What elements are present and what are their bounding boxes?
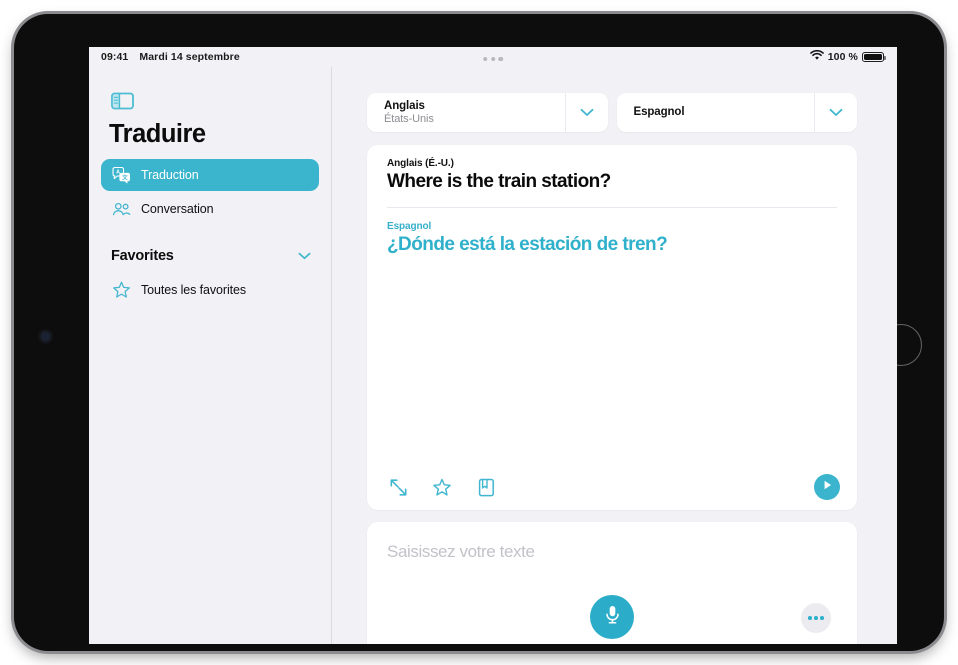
page-title: Traduire (109, 120, 206, 148)
sidebar-section-favorites[interactable]: Favorites (111, 247, 311, 265)
play-audio-button[interactable] (814, 474, 840, 500)
target-text[interactable]: ¿Dónde está la estación de tren? (387, 234, 668, 256)
status-date: Mardi 14 septembre (139, 51, 240, 63)
status-time: 09:41 (101, 51, 129, 63)
sidebar-favorites-list: Toutes les favorites (101, 274, 319, 308)
main-pane: Anglais États-Unis Espagnol Anglais (É.-… (332, 67, 897, 644)
text-input-card[interactable]: Saisissez votre texte (367, 522, 857, 644)
battery-full-icon (862, 51, 886, 63)
target-language-name: Espagnol (633, 105, 685, 118)
divider (387, 207, 837, 208)
more-options-button[interactable] (801, 603, 831, 633)
star-outline-icon[interactable] (431, 476, 453, 498)
status-bar-left: 09:41 Mardi 14 septembre (101, 51, 240, 63)
microphone-button[interactable] (590, 595, 634, 639)
ellipsis-icon (820, 616, 824, 620)
microphone-icon (604, 604, 621, 631)
sidebar-section-label: Favorites (111, 248, 174, 264)
source-text-label: Anglais (É.-U.) (387, 158, 454, 169)
target-text-label: Espagnol (387, 221, 432, 232)
ipad-device-frame: 09:41 Mardi 14 septembre 100 % Traduire … (14, 14, 944, 651)
svg-text:文: 文 (122, 173, 128, 181)
dictionary-book-icon[interactable] (475, 476, 497, 498)
sidebar-toggle-icon[interactable] (111, 92, 134, 110)
source-language-selector[interactable]: Anglais États-Unis (367, 93, 608, 132)
target-language-chevron[interactable] (815, 104, 857, 122)
source-language-chevron[interactable] (566, 104, 608, 122)
wifi-icon (809, 50, 824, 64)
ipad-screen: 09:41 Mardi 14 septembre 100 % Traduire … (89, 47, 897, 644)
status-bar-right: 100 % (809, 50, 886, 64)
target-language-text: Espagnol (617, 106, 815, 119)
target-language-selector[interactable]: Espagnol (616, 93, 857, 132)
source-language-name: Anglais (384, 99, 425, 112)
language-selector-row: Anglais États-Unis Espagnol (367, 93, 857, 132)
chevron-down-icon (580, 104, 594, 122)
sidebar-item-label: Toutes les favorites (141, 283, 246, 297)
two-people-icon (111, 199, 131, 219)
ellipsis-icon (808, 616, 812, 620)
front-camera (41, 332, 50, 341)
ellipsis-icon (814, 616, 818, 620)
chevron-down-icon[interactable] (298, 247, 311, 265)
sidebar-nav-list: A 文 Traduction Conversation (101, 159, 319, 227)
sidebar: Traduire A 文 Traduction Conversation Fav… (89, 67, 332, 644)
sidebar-item-traduction[interactable]: A 文 Traduction (101, 159, 319, 191)
multitask-dots-icon[interactable] (483, 57, 503, 62)
sidebar-item-conversation[interactable]: Conversation (101, 193, 319, 225)
text-input-placeholder: Saisissez votre texte (387, 542, 535, 561)
chevron-down-icon (829, 104, 843, 122)
play-icon (822, 478, 833, 496)
sidebar-item-label: Conversation (141, 202, 214, 216)
source-language-text: Anglais États-Unis (367, 100, 565, 126)
translate-bubbles-icon: A 文 (111, 165, 131, 185)
sidebar-item-label: Traduction (141, 168, 199, 182)
source-text[interactable]: Where is the train station? (387, 171, 611, 193)
translation-card-toolbar (387, 476, 497, 498)
expand-icon[interactable] (387, 476, 409, 498)
star-outline-icon (111, 280, 131, 300)
source-language-region: États-Unis (384, 112, 434, 125)
translation-card: Anglais (É.-U.) Where is the train stati… (367, 145, 857, 510)
sidebar-item-toutes-les-favorites[interactable]: Toutes les favorites (101, 274, 319, 306)
battery-percent-label: 100 % (827, 51, 858, 63)
